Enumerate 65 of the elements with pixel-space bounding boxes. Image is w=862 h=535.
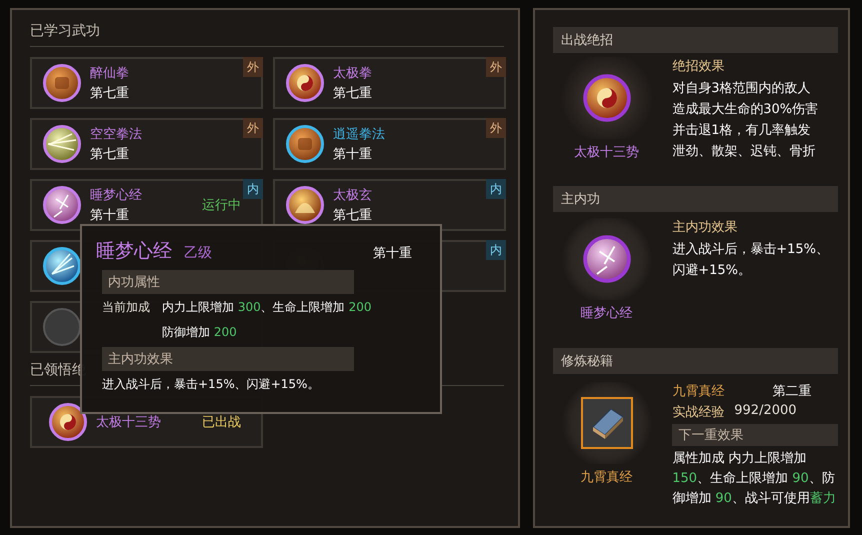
orb-icon[interactable]	[48, 402, 88, 442]
skill-card[interactable]: 太极拳 第七重 外	[273, 57, 506, 109]
orb-icon[interactable]	[42, 124, 82, 164]
skill-rank: 第七重	[90, 146, 130, 163]
status-label: 已出战	[202, 414, 241, 431]
orb-icon[interactable]	[582, 73, 632, 123]
skill-rank: 第七重	[333, 207, 372, 224]
skill-name: 空空拳法	[90, 126, 142, 143]
effect-text: 对自身3格范围内的敌人造成最大生命的30%伤害并击退1格，有几率触发泄劲、散架、迟钝、骨折	[672, 80, 818, 161]
skill-card[interactable]: 醉仙拳 第七重 外	[30, 57, 263, 109]
orb-icon[interactable]	[285, 63, 325, 103]
skill-name: 太极十三势	[96, 414, 161, 431]
skill-name: 醉仙拳	[90, 65, 129, 82]
type-badge: 内	[243, 179, 263, 199]
exp-label: 实战经验	[672, 404, 724, 421]
section-header: 主内功	[553, 186, 838, 212]
bonus-text: 防御增加 200	[162, 324, 238, 341]
section-header: 出战绝招	[553, 27, 838, 53]
rank-label: 第十重	[373, 245, 412, 262]
bonus-text: 属性加成 内力上限增加 150、生命上限增加 90、防御增加 90、战斗可使用蓄力	[672, 450, 837, 508]
type-badge: 外	[243, 57, 263, 77]
skill-name: 睡梦心经	[90, 187, 142, 204]
type-badge: 外	[243, 118, 263, 138]
type-badge: 外	[486, 57, 506, 77]
rank-label: 第二重	[772, 383, 812, 400]
orb-icon[interactable]	[42, 246, 82, 286]
section-header: 内功属性	[102, 270, 354, 294]
orb-icon[interactable]	[582, 234, 632, 284]
type-badge: 内	[486, 240, 506, 260]
tooltip-title: 睡梦心经	[96, 239, 172, 264]
skill-name: 太极拳	[333, 65, 372, 82]
book-name: 九霄真经	[580, 469, 633, 486]
skill-card[interactable]: 逍遥拳法 第十重 外	[273, 118, 506, 170]
bonus-text: 内力上限增加 300、生命上限增加 200	[162, 299, 372, 316]
book-icon[interactable]	[580, 397, 633, 449]
effect-title: 主内功效果	[672, 219, 738, 236]
skill-card[interactable]: 空空拳法 第七重 外	[30, 118, 263, 170]
skill-name: 睡梦心经	[580, 305, 633, 322]
effect-text: 进入战斗后，暴击+15%、闪避+15%。	[101, 376, 320, 393]
bonus-label: 当前加成	[102, 299, 150, 316]
orb-icon[interactable]	[42, 63, 82, 103]
status-label: 运行中	[202, 197, 241, 214]
effect-text: 进入战斗后，暴击+15%、闪避+15%。	[672, 241, 830, 280]
skill-name: 太极十三势	[574, 144, 640, 161]
type-badge: 内	[486, 179, 506, 199]
orb-icon[interactable]	[285, 185, 325, 225]
section-header: 主内功效果	[102, 347, 354, 371]
skill-rank: 第十重	[333, 146, 373, 163]
skill-card[interactable]: 太极玄 第七重 内	[273, 179, 506, 231]
orb-icon[interactable]	[42, 185, 82, 225]
book-title: 九霄真经	[672, 383, 726, 400]
skill-name: 逍遥拳法	[333, 126, 385, 143]
skill-rank: 第十重	[90, 207, 130, 224]
effect-title: 绝招效果	[672, 58, 726, 75]
grade-label: 乙级	[184, 244, 212, 262]
exp-value: 992/2000	[734, 403, 797, 420]
section-header: 修炼秘籍	[553, 348, 838, 374]
orb-icon[interactable]	[285, 124, 325, 164]
section-title: 已学习武功	[30, 22, 101, 41]
skill-rank: 第七重	[333, 85, 372, 102]
empty-slot-icon[interactable]	[42, 307, 82, 347]
skill-rank: 第七重	[90, 85, 129, 102]
type-badge: 外	[486, 118, 506, 138]
skill-name: 太极玄	[333, 187, 372, 204]
section-header: 下一重效果	[672, 424, 838, 446]
